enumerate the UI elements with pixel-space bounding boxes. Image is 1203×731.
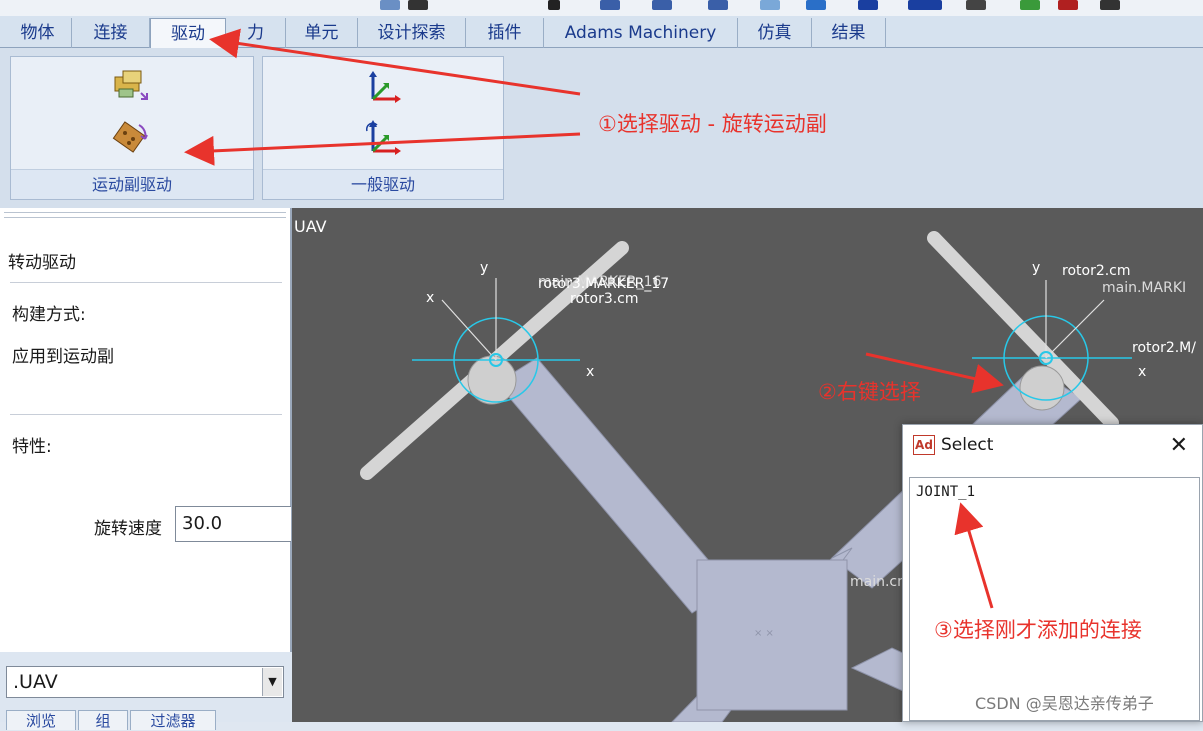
ribbon-group-joint-motions: 运动副驱动 xyxy=(10,56,254,200)
model-browser-area: .UAV ▼ 浏览 组 过滤器 xyxy=(0,652,292,730)
panel-grip xyxy=(4,212,286,218)
marker-label: main.MARKI xyxy=(1102,280,1186,296)
axis-y-label: y xyxy=(1032,260,1040,276)
toolbar-icon[interactable] xyxy=(652,0,672,10)
properties-label: 特性: xyxy=(12,437,52,457)
build-method-value[interactable]: 应用到运动副 xyxy=(12,342,114,367)
motion-property-panel: 转动驱动 构建方式: 应用到运动副 特性: 旋转速度 30.0 .UAV ▼ 浏… xyxy=(0,208,292,730)
select-list[interactable]: JOINT_1 xyxy=(909,477,1200,721)
tab-design-exploration[interactable]: 设计探索 xyxy=(358,18,466,48)
tab-elements[interactable]: 单元 xyxy=(286,18,358,48)
annotation-step1: ①选择驱动 - 旋转运动副 xyxy=(598,112,827,136)
rotor3-x-axis xyxy=(441,299,497,361)
rotor2-cm-label: rotor2.cm xyxy=(1062,263,1131,279)
model-combo-value: .UAV xyxy=(13,671,58,693)
ribbon-tab-bar: 物体 连接 驱动 力 单元 设计探索 插件 Adams Machinery 仿真… xyxy=(0,16,1203,49)
tab-simulation[interactable]: 仿真 xyxy=(738,18,812,48)
rotor3-cm-label: rotor3.cm xyxy=(570,291,639,307)
model-name-label: UAV xyxy=(294,217,327,236)
toolbar-icon[interactable] xyxy=(806,0,826,10)
list-item[interactable]: JOINT_1 xyxy=(916,484,975,500)
toolbar-strip xyxy=(0,0,1203,16)
tab-results[interactable]: 结果 xyxy=(812,18,886,48)
axis-x-label: x xyxy=(1138,364,1146,380)
watermark: CSDN @吴恩达亲传弟子 xyxy=(975,694,1154,713)
tab-browse[interactable]: 浏览 xyxy=(6,710,76,730)
tab-bodies[interactable]: 物体 xyxy=(4,18,72,48)
tab-connectors[interactable]: 连接 xyxy=(72,18,150,48)
axis-y-label: y xyxy=(480,260,488,276)
ribbon-group-general-motions: 一般驱动 xyxy=(262,56,504,200)
dialog-title-bar: Ad Select xyxy=(913,435,993,455)
adams-logo-icon: Ad xyxy=(913,435,935,455)
axis-x-label: x xyxy=(426,290,434,306)
toolbar-icon[interactable] xyxy=(1058,0,1078,10)
tab-forces[interactable]: 力 xyxy=(226,18,286,48)
toolbar-icon[interactable] xyxy=(408,0,428,10)
toolbar-icon[interactable] xyxy=(380,0,400,10)
toolbar-icon[interactable] xyxy=(708,0,728,10)
tab-motions[interactable]: 驱动 xyxy=(150,18,226,49)
single-component-motion-icon[interactable] xyxy=(363,69,403,105)
center-marker: × × xyxy=(754,628,774,639)
model-combo[interactable]: .UAV ▼ xyxy=(6,666,284,698)
marker-label: rotor3.MARKER_17 xyxy=(538,276,669,292)
marker-label: rotor2.M/ xyxy=(1132,340,1196,356)
tab-filters[interactable]: 过滤器 xyxy=(130,710,216,730)
ribbon-group-label: 运动副驱动 xyxy=(11,169,253,199)
annotation-step3: ③选择刚才添加的连接 xyxy=(934,618,1142,642)
divider xyxy=(10,414,282,415)
select-dialog: Ad Select ✕ JOINT_1 xyxy=(902,424,1203,722)
annotation-step2: ②右键选择 xyxy=(818,380,921,404)
toolbar-icon[interactable] xyxy=(908,0,942,10)
divider xyxy=(10,282,282,283)
close-icon[interactable]: ✕ xyxy=(1170,433,1188,458)
tab-groups[interactable]: 组 xyxy=(78,710,128,730)
select-arrow-icon[interactable] xyxy=(548,0,560,10)
toolbar-icon[interactable] xyxy=(1100,0,1120,10)
tab-plugins[interactable]: 插件 xyxy=(466,18,544,48)
toolbar-icon[interactable] xyxy=(1020,0,1040,10)
toolbar-icon[interactable] xyxy=(760,0,780,10)
general-point-motion-icon[interactable] xyxy=(363,117,403,157)
translational-joint-motion-icon[interactable] xyxy=(111,67,153,103)
toolbar-icon[interactable] xyxy=(858,0,878,10)
chevron-down-icon[interactable]: ▼ xyxy=(262,668,282,696)
rotor2-axis xyxy=(1045,299,1105,359)
dialog-title: Select xyxy=(941,435,994,455)
rotor2-hub xyxy=(1019,365,1065,411)
rotation-speed-input[interactable]: 30.0 xyxy=(175,506,291,542)
axis-x-label: x xyxy=(586,364,594,380)
toolbar-icon[interactable] xyxy=(966,0,986,10)
rotational-joint-motion-icon[interactable] xyxy=(111,119,153,157)
build-method-label: 构建方式: xyxy=(12,305,86,325)
panel-title: 转动驱动 xyxy=(8,253,76,273)
rotation-speed-label: 旋转速度 xyxy=(94,519,162,539)
tab-adams-machinery[interactable]: Adams Machinery xyxy=(544,18,738,48)
toolbar-icon[interactable] xyxy=(600,0,620,10)
ribbon-group-label: 一般驱动 xyxy=(263,169,503,199)
